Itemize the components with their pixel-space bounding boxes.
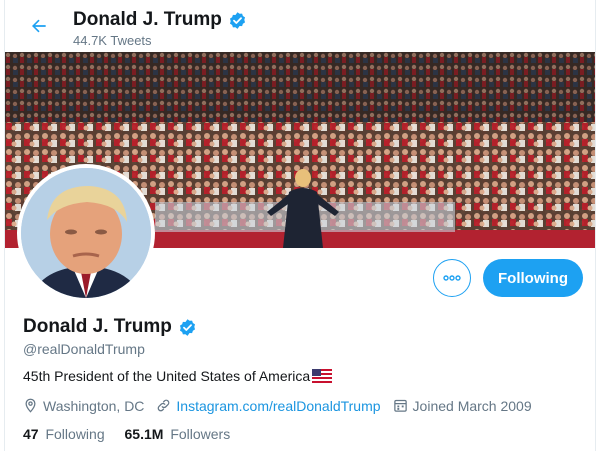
location-pin-icon — [25, 398, 36, 413]
website-item[interactable]: Instagram.com/realDonaldTrump — [156, 398, 381, 414]
profile-header: Donald J. Trump 44.7K Tweets — [5, 0, 595, 52]
location-text: Washington, DC — [43, 397, 145, 414]
joined-text: Joined March 2009 — [412, 397, 532, 414]
tweet-count: 44.7K Tweets — [73, 33, 152, 48]
header-name: Donald J. Trump — [73, 9, 222, 30]
calendar-icon — [393, 399, 407, 412]
profile-meta: Washington, DC Instagram.com/realDonaldT… — [23, 397, 544, 414]
back-button[interactable] — [23, 10, 55, 42]
followers-count: 65.1M — [124, 426, 164, 442]
following-button[interactable]: Following — [483, 259, 583, 297]
following-stat[interactable]: 47 Following — [23, 426, 105, 442]
followers-stat[interactable]: 65.1M Followers — [125, 426, 231, 442]
following-count: 47 — [23, 426, 39, 442]
following-label: Following — [45, 426, 105, 442]
followers-label: Followers — [170, 426, 231, 442]
more-options-button[interactable] — [433, 259, 471, 297]
link-icon — [158, 399, 170, 412]
website-link[interactable]: Instagram.com/realDonaldTrump — [176, 398, 380, 414]
profile-handle: @realDonaldTrump — [23, 341, 145, 357]
header-title: Donald J. Trump — [73, 9, 247, 31]
verified-badge-icon — [228, 11, 247, 30]
location-item: Washington, DC — [23, 397, 144, 414]
joined-item: Joined March 2009 — [393, 398, 532, 414]
back-arrow-icon — [32, 19, 46, 33]
profile-bio: 45th President of the United States of A… — [23, 368, 333, 384]
profile-name-row: Donald J. Trump — [23, 316, 197, 338]
verified-badge-icon — [178, 318, 197, 337]
bio-text: 45th President of the United States of A… — [23, 368, 311, 384]
us-flag-icon — [312, 369, 333, 383]
more-icon — [443, 275, 461, 281]
profile-name: Donald J. Trump — [23, 316, 172, 337]
profile-page: Donald J. Trump 44.7K Tweets Following D… — [4, 0, 596, 451]
profile-stats: 47 Following 65.1M Followers — [23, 426, 246, 442]
profile-avatar[interactable] — [17, 164, 155, 302]
